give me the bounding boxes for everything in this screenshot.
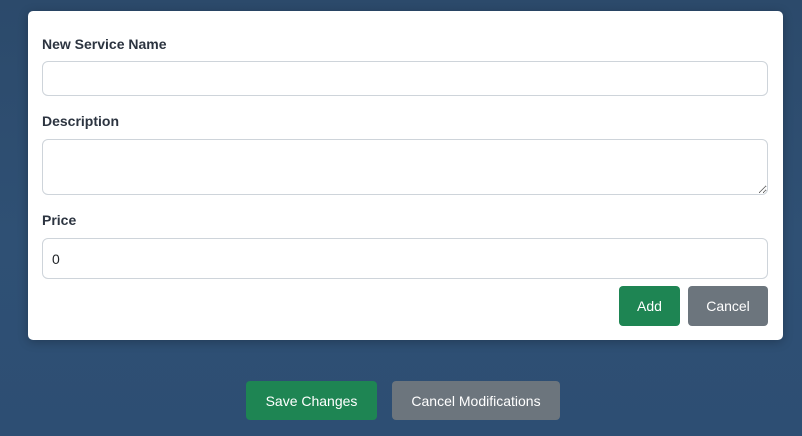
service-name-input[interactable] — [42, 61, 768, 96]
description-textarea[interactable] — [42, 139, 768, 195]
cancel-button[interactable]: Cancel — [688, 286, 768, 326]
add-button[interactable]: Add — [619, 286, 680, 326]
add-service-form: New Service Name Description Price Add C… — [28, 11, 783, 340]
cancel-modifications-button[interactable]: Cancel Modifications — [392, 381, 560, 420]
save-changes-button[interactable]: Save Changes — [246, 381, 377, 420]
description-label: Description — [42, 113, 120, 129]
price-input[interactable] — [42, 238, 768, 279]
price-label: Price — [42, 212, 77, 228]
service-name-label: New Service Name — [42, 36, 167, 52]
